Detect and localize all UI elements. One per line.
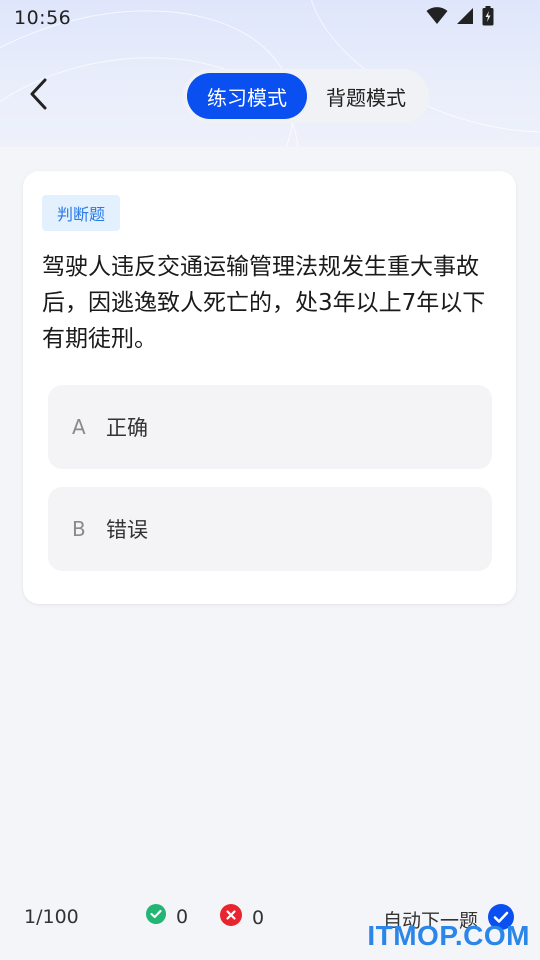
status-time: 10:56: [14, 7, 72, 29]
back-button[interactable]: [18, 74, 58, 118]
wrong-count: 0: [252, 906, 265, 929]
option-letter: B: [72, 517, 86, 541]
option-text: 错误: [106, 518, 148, 542]
wifi-icon: [426, 7, 448, 29]
status-bar: 10:56: [0, 0, 540, 36]
battery-icon: [482, 6, 494, 30]
correct-stat: 0: [146, 904, 188, 929]
chevron-left-icon: [27, 77, 49, 115]
option-letter: A: [72, 415, 86, 439]
question-type-badge: 判断题: [42, 195, 120, 231]
wrong-stat: 0: [220, 904, 264, 931]
progress-counter[interactable]: 1/100: [24, 906, 79, 928]
question-card: 判断题 驾驶人违反交通运输管理法规发生重大事故后，因逃逸致人死亡的，处3年以上7…: [23, 171, 516, 604]
x-circle-icon: [220, 904, 242, 931]
signal-icon: [456, 7, 474, 29]
correct-count: 0: [176, 905, 189, 928]
option-b[interactable]: B 错误: [48, 487, 492, 571]
question-text: 驾驶人违反交通运输管理法规发生重大事故后，因逃逸致人死亡的，处3年以上7年以下有…: [42, 254, 486, 352]
status-icons: [426, 6, 494, 30]
watermark: ITMOP.COM: [367, 920, 530, 951]
option-a[interactable]: A 正确: [48, 385, 492, 469]
option-text: 正确: [106, 416, 148, 440]
mode-toggle: 练习模式 背题模式: [183, 69, 429, 123]
memorize-mode-tab[interactable]: 背题模式: [307, 73, 425, 119]
check-circle-icon: [146, 904, 166, 929]
practice-mode-tab[interactable]: 练习模式: [187, 73, 307, 119]
